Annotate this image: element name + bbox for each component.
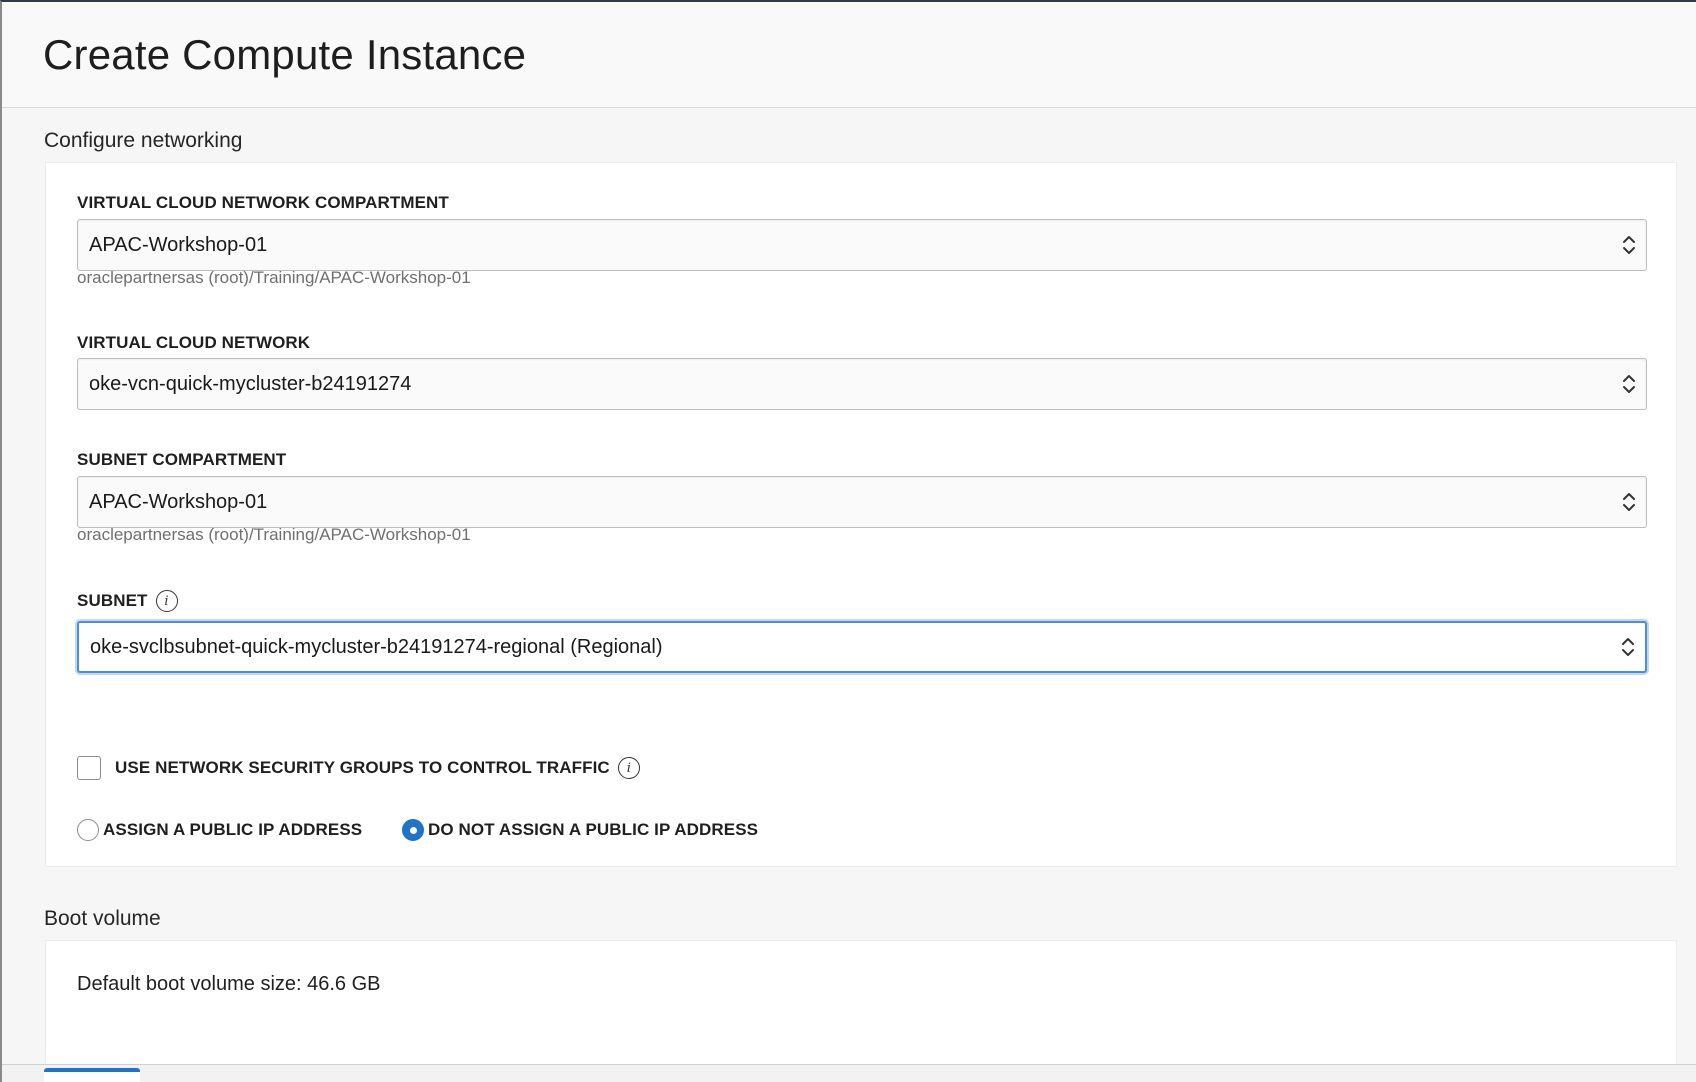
boot-volume-card: Default boot volume size: 46.6 GB [45,940,1677,1080]
nsg-checkbox-label: USE NETWORK SECURITY GROUPS TO CONTROL T… [115,758,610,777]
subnet-compartment-path: oraclepartnersas (root)/Training/APAC-Wo… [77,525,471,544]
info-icon[interactable]: i [617,757,640,779]
vcn-select[interactable]: oke-vcn-quick-mycluster-b24191274 [77,358,1647,410]
vcn-compartment-value: APAC-Workshop-01 [89,233,268,256]
page-title: Create Compute Instance [43,31,527,78]
radio-assign-public-ip[interactable]: ASSIGN A PUBLIC IP ADDRESS [77,819,362,841]
subnet-label-text: SUBNET [77,591,148,610]
subnet-compartment-label: SUBNET COMPARTMENT [77,450,286,470]
subnet-compartment-label-text: SUBNET COMPARTMENT [77,450,287,469]
nsg-checkbox[interactable] [77,756,101,780]
subnet-compartment-select[interactable]: APAC-Workshop-01 [77,476,1647,528]
radio-no-public-ip-input[interactable] [402,819,424,841]
default-boot-volume-size: Default boot volume size: 46.6 GB [77,973,381,995]
nsg-checkbox-row[interactable]: USE NETWORK SECURITY GROUPS TO CONTROL T… [77,756,640,780]
create-instance-page: Create Compute Instance Configure networ… [0,0,1696,1082]
radio-no-public-ip[interactable]: DO NOT ASSIGN A PUBLIC IP ADDRESS [402,819,758,841]
radio-assign-public-ip-label: ASSIGN A PUBLIC IP ADDRESS [103,820,363,839]
page-header: Create Compute Instance [2,2,1696,108]
vcn-label: VIRTUAL CLOUD NETWORK [77,333,310,353]
subnet-value: oke-svclbsubnet-quick-mycluster-b2419127… [90,635,663,658]
vcn-compartment-label: VIRTUAL CLOUD NETWORK COMPARTMENT [77,193,449,213]
radio-no-public-ip-label: DO NOT ASSIGN A PUBLIC IP ADDRESS [428,820,759,839]
footer-action-bar [2,1064,1696,1082]
boot-volume-section-title: Boot volume [44,907,161,930]
subnet-select[interactable]: oke-svclbsubnet-quick-mycluster-b2419127… [77,621,1647,673]
chevron-up-down-icon [1622,638,1634,656]
networking-card: VIRTUAL CLOUD NETWORK COMPARTMENT APAC-W… [45,162,1677,867]
vcn-value: oke-vcn-quick-mycluster-b24191274 [89,372,412,395]
create-button[interactable] [44,1068,140,1082]
chevron-up-down-icon [1623,493,1635,511]
vcn-compartment-label-text: VIRTUAL CLOUD NETWORK COMPARTMENT [77,193,449,212]
vcn-label-text: VIRTUAL CLOUD NETWORK [77,333,311,352]
subnet-label: SUBNET i [77,590,178,612]
chevron-up-down-icon [1623,375,1635,393]
radio-assign-public-ip-input[interactable] [77,819,99,841]
vcn-compartment-path: oraclepartnersas (root)/Training/APAC-Wo… [77,268,471,287]
vcn-compartment-select[interactable]: APAC-Workshop-01 [77,219,1647,271]
subnet-compartment-value: APAC-Workshop-01 [89,490,268,513]
info-icon[interactable]: i [155,590,178,612]
networking-section-title: Configure networking [44,129,243,152]
chevron-up-down-icon [1623,236,1635,254]
